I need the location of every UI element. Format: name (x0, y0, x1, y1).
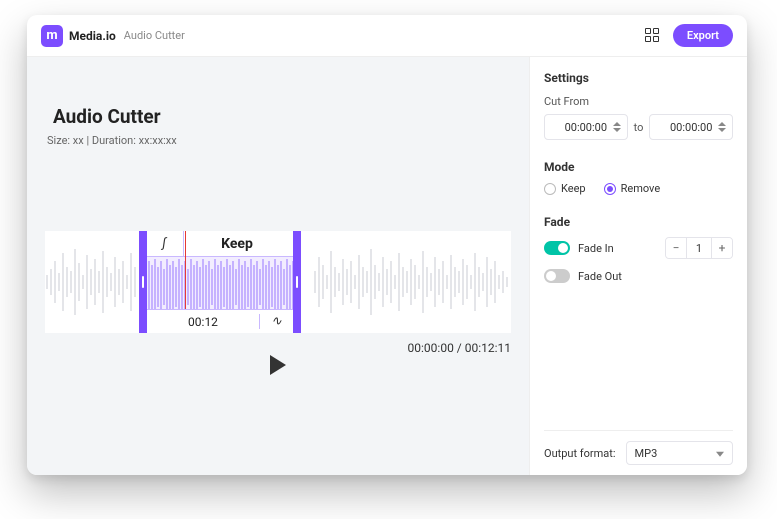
file-meta: Size: xx | Duration: xx:xx:xx (47, 134, 511, 147)
cut-from-value: 00:00:00 (565, 121, 607, 134)
cut-from-stepper[interactable] (613, 117, 625, 137)
app-header: m Media.io Audio Cutter Export (27, 15, 747, 57)
apps-grid-icon[interactable] (645, 28, 661, 44)
cut-to-value: 00:00:00 (670, 121, 712, 134)
fade-in-stepper[interactable]: − 1 + (665, 237, 733, 259)
cut-to-stepper[interactable] (718, 117, 730, 137)
mode-keep-radio[interactable]: Keep (544, 182, 586, 195)
logo-icon: m (41, 25, 63, 47)
selection-mode-label: Keep (181, 236, 293, 252)
export-button[interactable]: Export (673, 24, 733, 47)
selection-handle-right[interactable] (296, 276, 298, 288)
app-body: Audio Cutter Size: xx | Duration: xx:xx:… (27, 57, 747, 475)
waveform-track[interactable]: ∫ Keep 00:12 ∿ (45, 231, 511, 333)
fade-in-label: Fade In (578, 242, 614, 255)
editor-pane: Audio Cutter Size: xx | Duration: xx:xx:… (27, 57, 529, 475)
mode-remove-radio[interactable]: Remove (604, 182, 661, 195)
cut-from-input[interactable]: 00:00:00 (544, 114, 628, 140)
page-title: Audio Cutter (53, 105, 511, 128)
fade-in-value: 1 (686, 238, 712, 258)
fade-in-curve-icon[interactable]: ∫ (147, 236, 181, 251)
time-readout: 00:00:00 / 00:12:11 (408, 341, 511, 355)
fade-out-curve-icon[interactable]: ∿ (259, 314, 293, 329)
fade-title: Fade (544, 215, 733, 229)
selection-duration: 00:12 (147, 315, 259, 329)
settings-title: Settings (544, 71, 733, 85)
fade-in-increment[interactable]: + (712, 238, 732, 258)
output-format-select[interactable]: MP3 (626, 441, 733, 465)
playback-controls: 00:00:00 / 00:12:11 (45, 341, 511, 369)
fade-out-label: Fade Out (578, 270, 622, 283)
selection-handle-left[interactable] (142, 276, 144, 288)
output-format-label: Output format: (544, 447, 616, 460)
to-label: to (634, 121, 644, 134)
selection-header: ∫ Keep (147, 231, 293, 257)
fade-in-decrement[interactable]: − (666, 238, 686, 258)
settings-sidebar: Settings Cut From 00:00:00 to 00:00:00 M… (529, 57, 747, 475)
play-button[interactable] (270, 355, 286, 375)
mode-title: Mode (544, 160, 733, 174)
selection-footer: 00:12 ∿ (147, 309, 293, 333)
mode-keep-label: Keep (561, 182, 586, 195)
cut-to-input[interactable]: 00:00:00 (649, 114, 733, 140)
selection-region[interactable]: ∫ Keep 00:12 ∿ (139, 231, 301, 333)
breadcrumb: Audio Cutter (124, 29, 185, 42)
brand-name: Media.io (69, 29, 116, 43)
cut-from-label: Cut From (544, 95, 733, 108)
output-format-value: MP3 (635, 447, 658, 460)
app-window: m Media.io Audio Cutter Export Audio Cut… (27, 15, 747, 475)
mode-remove-label: Remove (621, 182, 661, 195)
fade-out-toggle[interactable] (544, 269, 570, 283)
fade-in-toggle[interactable] (544, 241, 570, 255)
